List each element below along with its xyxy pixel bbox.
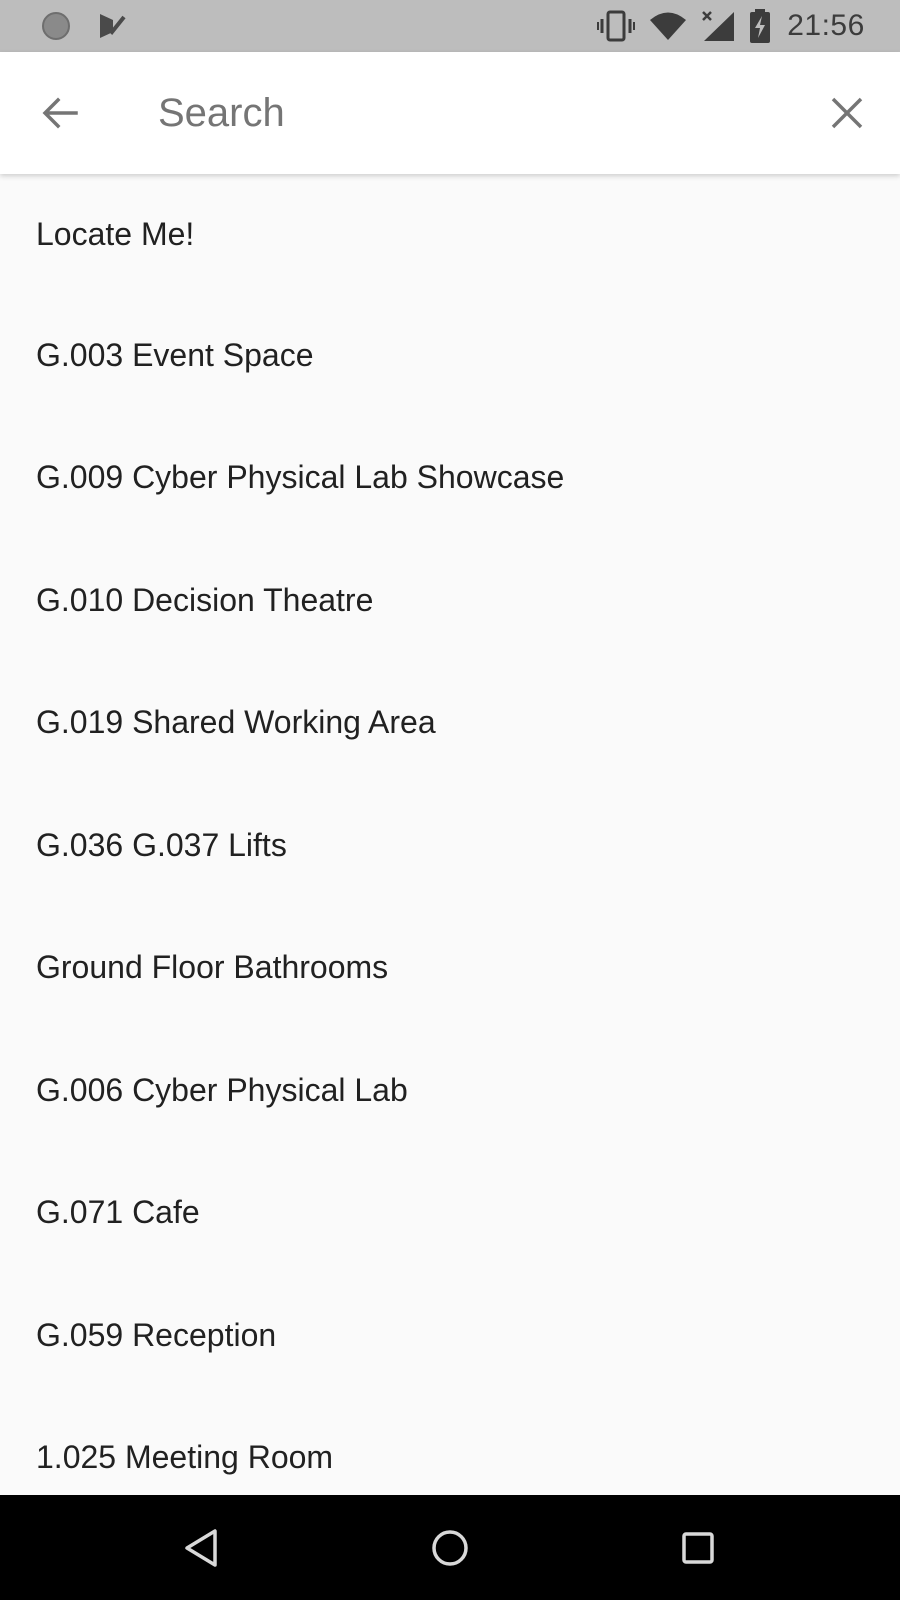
result-item[interactable]: G.059 Reception (0, 1274, 900, 1397)
result-item[interactable]: G.003 Event Space (0, 294, 900, 417)
nav-home-button[interactable] (423, 1521, 477, 1575)
status-time: 21:56 (787, 9, 865, 42)
clear-search-button[interactable] (817, 83, 877, 143)
vibrate-icon (596, 0, 636, 52)
result-item[interactable]: G.071 Cafe (0, 1152, 900, 1275)
search-results-list: Locate Me! G.003 Event Space G.009 Cyber… (0, 174, 900, 1494)
recents-square-icon (682, 1532, 714, 1564)
home-circle-icon (432, 1530, 468, 1566)
result-item[interactable]: 1.025 Meeting Room (0, 1397, 900, 1495)
search-app-bar (0, 52, 900, 174)
signal-no-data-icon (700, 0, 736, 52)
system-nav-bar (0, 1495, 900, 1600)
result-item[interactable]: G.006 Cyber Physical Lab (0, 1029, 900, 1152)
result-item[interactable]: G.019 Shared Working Area (0, 662, 900, 785)
back-button[interactable] (30, 83, 90, 143)
close-icon (831, 97, 863, 129)
result-item[interactable]: Ground Floor Bathrooms (0, 907, 900, 1030)
nav-recents-button[interactable] (671, 1521, 725, 1575)
result-item[interactable]: G.009 Cyber Physical Lab Showcase (0, 417, 900, 540)
checkmark-notification-icon (94, 0, 130, 52)
status-bar: 21:56 (0, 0, 900, 52)
result-item[interactable]: G.010 Decision Theatre (0, 539, 900, 662)
battery-charging-icon (748, 0, 772, 52)
back-triangle-icon (185, 1529, 217, 1567)
arrow-back-icon (42, 97, 78, 129)
result-item[interactable]: G.036 G.037 Lifts (0, 784, 900, 907)
search-input[interactable] (158, 80, 778, 146)
wifi-icon (648, 0, 688, 52)
circle-notification-icon (38, 0, 74, 52)
result-locate-me[interactable]: Locate Me! (0, 174, 900, 294)
nav-back-button[interactable] (174, 1521, 228, 1575)
